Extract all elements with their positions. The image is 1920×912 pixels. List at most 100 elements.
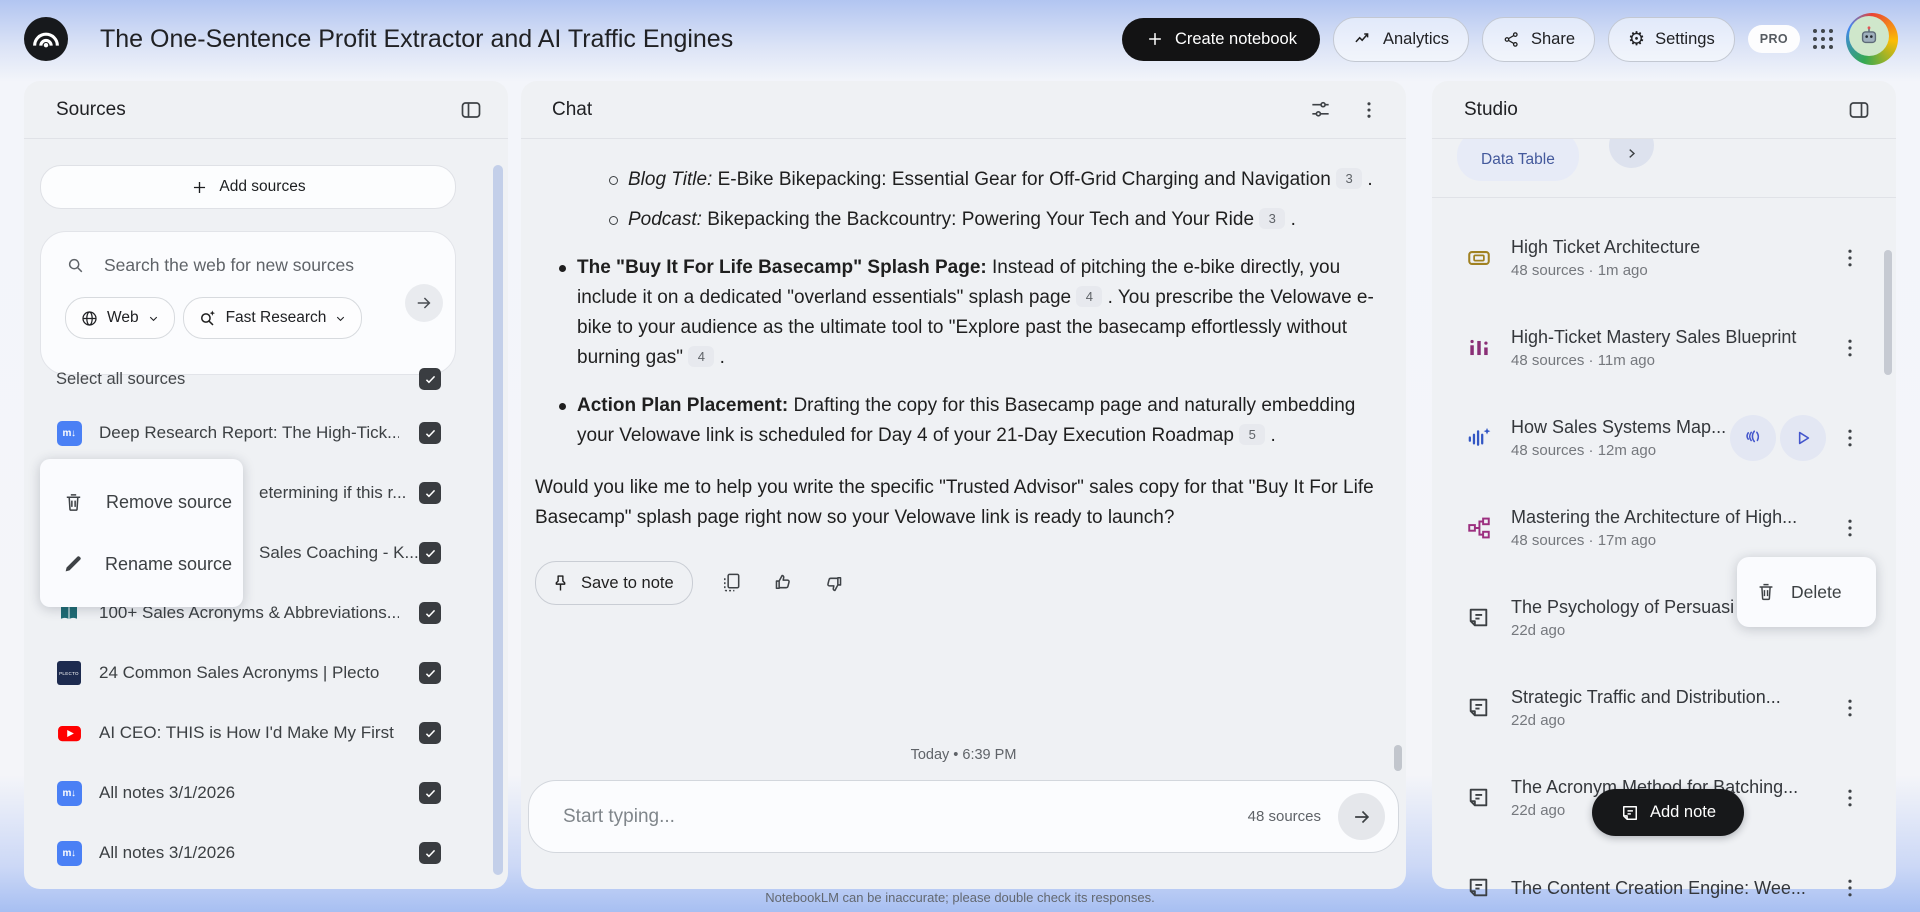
studio-row[interactable]: High-Ticket Mastery Sales Blueprint 48 s… (1432, 303, 1896, 393)
notebooklm-logo-icon[interactable] (24, 17, 68, 61)
add-sources-button[interactable]: Add sources (40, 165, 456, 209)
data-table-chip[interactable]: Data Table (1457, 139, 1579, 181)
source-checkbox[interactable] (419, 782, 441, 804)
source-checkbox[interactable] (419, 662, 441, 684)
studio-chip-strip: Data Table (1432, 139, 1896, 198)
chat-sub-bullet: Podcast: Bikepacking the Backcountry: Po… (535, 205, 1390, 235)
citation-badge[interactable]: 3 (1259, 208, 1286, 229)
collapse-panel-icon[interactable] (1842, 93, 1876, 127)
fast-research-icon (198, 308, 218, 328)
studio-row[interactable]: How Sales Systems Map... 48 sources · 12… (1432, 393, 1896, 483)
studio-panel-title: Studio (1464, 98, 1518, 120)
remove-source-menu-item[interactable]: Remove source (40, 471, 243, 533)
studio-item-menu-icon[interactable] (1838, 336, 1862, 360)
markdown-icon: m↓ (56, 840, 82, 866)
chat-scrollbar[interactable] (1394, 745, 1402, 771)
web-source-dropdown[interactable]: Web (65, 297, 175, 339)
sources-panel: Sources Add sources Web Fast Research Se (24, 81, 508, 889)
collapse-panel-icon[interactable] (454, 93, 488, 127)
note-icon (1620, 803, 1640, 823)
markdown-icon: m↓ (56, 780, 82, 806)
chat-sub-list: Blog Title: E-Bike Bikepacking: Essentia… (535, 165, 1390, 235)
copy-icon[interactable] (720, 571, 744, 595)
studio-delete-menu-item[interactable]: Delete (1737, 557, 1876, 627)
save-to-note-button[interactable]: Save to note (535, 561, 693, 605)
source-row[interactable]: PLECTO 24 Common Sales Acronyms | Plecto (24, 643, 508, 703)
source-count: 48 sources (1247, 808, 1321, 825)
share-button[interactable]: Share (1482, 16, 1596, 62)
save-to-note-label: Save to note (581, 574, 674, 592)
citation-badge[interactable]: 3 (1336, 168, 1363, 189)
chevron-down-icon (334, 312, 347, 325)
create-notebook-button[interactable]: Create notebook (1121, 17, 1320, 61)
plus-icon (1145, 29, 1165, 49)
source-row[interactable]: m↓ Deep Research Report: The High-Tick..… (24, 403, 508, 463)
chat-message-area[interactable]: Blog Title: E-Bike Bikepacking: Essentia… (521, 139, 1406, 747)
youtube-icon (56, 720, 82, 746)
citation-badge[interactable]: 4 (688, 346, 715, 367)
studio-item-menu-icon[interactable] (1838, 426, 1862, 450)
studio-scrollbar[interactable] (1884, 250, 1892, 375)
citation-badge[interactable]: 4 (1076, 286, 1103, 307)
source-checkbox[interactable] (419, 722, 441, 744)
studio-item-menu-icon[interactable] (1838, 516, 1862, 540)
source-row[interactable]: m↓ All notes 3/1/2026 (24, 763, 508, 823)
source-checkbox[interactable] (419, 602, 441, 624)
thumbs-down-icon[interactable] (822, 571, 846, 595)
studio-item-meta: 48 sources · 12m ago (1511, 442, 1657, 459)
markdown-icon: m↓ (56, 420, 82, 446)
source-checkbox[interactable] (419, 542, 441, 564)
mindmap-icon (1466, 515, 1492, 541)
studio-item-menu-icon[interactable] (1838, 786, 1862, 810)
chip-scroll-next-button[interactable] (1609, 139, 1654, 168)
disclaimer-text: NotebookLM can be inaccurate; please dou… (765, 890, 1155, 905)
search-icon (65, 255, 86, 276)
studio-item-title: Strategic Traffic and Distribution... (1511, 687, 1781, 707)
settings-button[interactable]: ⚙ Settings (1608, 16, 1735, 62)
rename-source-menu-item[interactable]: Rename source (40, 533, 243, 595)
search-input[interactable] (102, 254, 435, 277)
note-icon (1466, 785, 1492, 811)
thumbs-up-icon[interactable] (771, 571, 795, 595)
studio-item-menu-icon[interactable] (1838, 696, 1862, 720)
search-submit-button[interactable] (405, 284, 443, 322)
chat-settings-icon[interactable] (1303, 93, 1337, 127)
source-row[interactable]: AI CEO: THIS is How I'd Make My First ..… (24, 703, 508, 763)
studio-item-meta: 48 sources · 1m ago (1511, 262, 1648, 279)
studio-item-meta: 22d ago (1511, 622, 1566, 639)
play-button[interactable] (1780, 415, 1826, 461)
chat-input-card: 48 sources (528, 780, 1399, 853)
chevron-down-icon (147, 312, 160, 325)
studio-row[interactable]: Strategic Traffic and Distribution... 22… (1432, 663, 1896, 753)
apps-grid-icon[interactable] (1813, 29, 1833, 49)
source-title: etermining if this r... (259, 483, 407, 502)
avatar[interactable] (1846, 13, 1898, 65)
source-title: All notes 3/1/2026 (99, 843, 236, 862)
interactive-mode-button[interactable] (1730, 415, 1776, 461)
select-all-checkbox[interactable] (419, 368, 441, 390)
trash-icon (1755, 581, 1777, 603)
plecto-icon: PLECTO (56, 660, 82, 686)
add-note-button[interactable]: Add note (1592, 789, 1744, 836)
pin-icon (550, 573, 571, 594)
citation-badge[interactable]: 5 (1239, 424, 1266, 445)
source-title: Sales Coaching - K... (259, 543, 419, 562)
trending-icon (1353, 29, 1373, 49)
source-checkbox[interactable] (419, 842, 441, 864)
analytics-button[interactable]: Analytics (1332, 16, 1469, 62)
studio-row[interactable]: High Ticket Architecture 48 sources · 1m… (1432, 213, 1896, 303)
source-title: Deep Research Report: The High-Tick... (99, 423, 399, 442)
research-mode-dropdown[interactable]: Fast Research (182, 297, 363, 339)
send-button[interactable] (1338, 793, 1385, 840)
flashcards-icon (1466, 245, 1492, 271)
source-checkbox[interactable] (419, 422, 441, 444)
studio-item-menu-icon[interactable] (1838, 246, 1862, 270)
source-row[interactable]: m↓ All notes 3/1/2026 (24, 823, 508, 883)
web-search-card: Web Fast Research (40, 231, 456, 375)
chat-more-menu-icon[interactable] (1352, 93, 1386, 127)
source-checkbox[interactable] (419, 482, 441, 504)
chat-panel-title: Chat (552, 98, 593, 120)
chat-input[interactable] (561, 804, 1248, 829)
sources-scrollbar[interactable] (493, 165, 503, 875)
studio-item-title: The Psychology of Persuasi (1511, 597, 1735, 617)
